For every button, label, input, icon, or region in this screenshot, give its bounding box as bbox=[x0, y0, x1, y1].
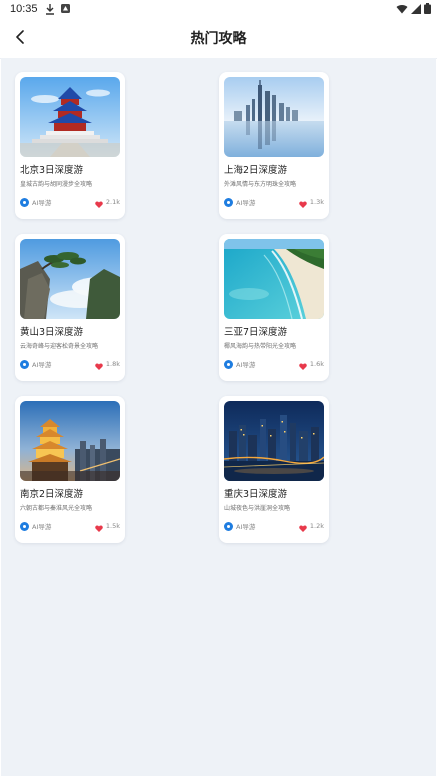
guide-title: 上海2日深度游 bbox=[224, 165, 288, 176]
app-bar: 热门攻略 bbox=[0, 20, 437, 59]
author-name: AI导游 bbox=[236, 199, 256, 207]
download-icon bbox=[45, 3, 55, 15]
guide-title: 北京3日深度游 bbox=[20, 165, 84, 176]
guide-description: 山城夜色与洪崖洞全攻略 bbox=[224, 505, 291, 512]
ai-guide-avatar-icon bbox=[20, 359, 29, 369]
ai-guide-avatar-icon bbox=[20, 521, 29, 531]
guide-grid: 北京3日深度游 皇城古韵与胡同漫步全攻略 AI导游 2.1k 上海2日深度游 外… bbox=[15, 72, 329, 543]
guide-image-chongqing-night bbox=[224, 401, 324, 481]
heart-icon bbox=[95, 193, 103, 212]
guide-description: 云海奇峰与迎客松奇景全攻略 bbox=[20, 343, 99, 350]
heart-icon bbox=[299, 517, 307, 536]
guide-description: 椰风海韵与热带阳光全攻略 bbox=[224, 343, 297, 350]
guide-card[interactable]: 北京3日深度游 皇城古韵与胡同漫步全攻略 AI导游 2.1k bbox=[15, 72, 125, 219]
ai-guide-avatar-icon bbox=[224, 359, 233, 369]
ai-guide-avatar-icon bbox=[224, 521, 233, 531]
page-title: 热门攻略 bbox=[190, 31, 247, 47]
heart-icon bbox=[95, 355, 103, 374]
status-right-icons bbox=[396, 3, 431, 14]
likes-count: 2.1k bbox=[105, 198, 120, 206]
author: AI导游 bbox=[20, 521, 51, 531]
guide-image-shanghai-skyline bbox=[224, 77, 324, 157]
likes[interactable]: 1.5k bbox=[95, 517, 120, 536]
likes[interactable]: 1.3k bbox=[299, 193, 324, 212]
guide-card[interactable]: 黄山3日深度游 云海奇峰与迎客松奇景全攻略 AI导游 1.8k bbox=[15, 234, 125, 381]
signal-icon bbox=[411, 3, 421, 14]
guide-description: 六朝古都与秦淮风光全攻略 bbox=[20, 505, 93, 512]
author-name: AI导游 bbox=[32, 523, 52, 531]
guide-image-temple-of-heaven bbox=[20, 77, 120, 157]
guide-card[interactable]: 重庆3日深度游 山城夜色与洪崖洞全攻略 AI导游 1.2k bbox=[219, 396, 329, 543]
guide-card[interactable]: 上海2日深度游 外滩风情与东方明珠全攻略 AI导游 1.3k bbox=[219, 72, 329, 219]
battery-icon bbox=[424, 3, 431, 14]
heart-icon bbox=[299, 355, 307, 374]
likes[interactable]: 1.6k bbox=[299, 355, 324, 374]
guide-image-sanya-beach bbox=[224, 239, 324, 319]
guide-title: 重庆3日深度游 bbox=[224, 489, 288, 500]
guide-meta: AI导游 1.8k bbox=[20, 358, 120, 370]
author: AI导游 bbox=[224, 359, 255, 369]
guide-title: 黄山3日深度游 bbox=[20, 327, 84, 338]
guide-meta: AI导游 1.2k bbox=[224, 520, 324, 532]
guide-title: 三亚7日深度游 bbox=[224, 327, 288, 338]
guide-image-huangshan-pine bbox=[20, 239, 120, 319]
guide-description: 皇城古韵与胡同漫步全攻略 bbox=[20, 181, 93, 188]
guide-image-yellow-crane-tower bbox=[20, 401, 120, 481]
likes[interactable]: 1.2k bbox=[299, 517, 324, 536]
guide-meta: AI导游 1.6k bbox=[224, 358, 324, 370]
ai-guide-avatar-icon bbox=[224, 197, 233, 207]
likes[interactable]: 1.8k bbox=[95, 355, 120, 374]
author: AI导游 bbox=[20, 197, 51, 207]
notification-app-icon bbox=[61, 4, 70, 13]
author: AI导游 bbox=[224, 197, 255, 207]
likes-count: 1.5k bbox=[105, 522, 120, 530]
guide-title: 南京2日深度游 bbox=[20, 489, 84, 500]
content-area[interactable]: 北京3日深度游 皇城古韵与胡同漫步全攻略 AI导游 2.1k 上海2日深度游 外… bbox=[1, 58, 436, 776]
wifi-icon bbox=[396, 4, 408, 14]
guide-card[interactable]: 南京2日深度游 六朝古都与秦淮风光全攻略 AI导游 1.5k bbox=[15, 396, 125, 543]
guide-meta: AI导游 1.3k bbox=[224, 196, 324, 208]
guide-card[interactable]: 三亚7日深度游 椰风海韵与热带阳光全攻略 AI导游 1.6k bbox=[219, 234, 329, 381]
likes[interactable]: 2.1k bbox=[95, 193, 120, 212]
author-name: AI导游 bbox=[32, 199, 52, 207]
heart-icon bbox=[95, 517, 103, 536]
guide-meta: AI导游 2.1k bbox=[20, 196, 120, 208]
guide-description: 外滩风情与东方明珠全攻略 bbox=[224, 181, 297, 188]
likes-count: 1.8k bbox=[105, 360, 120, 368]
author-name: AI导游 bbox=[32, 361, 52, 369]
ai-guide-avatar-icon bbox=[20, 197, 29, 207]
author-name: AI导游 bbox=[236, 523, 256, 531]
status-bar: 10:35 bbox=[0, 0, 437, 20]
author: AI导游 bbox=[20, 359, 51, 369]
author-name: AI导游 bbox=[236, 361, 256, 369]
status-time: 10:35 bbox=[10, 3, 38, 15]
author: AI导游 bbox=[224, 521, 255, 531]
guide-meta: AI导游 1.5k bbox=[20, 520, 120, 532]
likes-count: 1.3k bbox=[309, 198, 324, 206]
likes-count: 1.6k bbox=[309, 360, 324, 368]
heart-icon bbox=[299, 193, 307, 212]
likes-count: 1.2k bbox=[309, 522, 324, 530]
